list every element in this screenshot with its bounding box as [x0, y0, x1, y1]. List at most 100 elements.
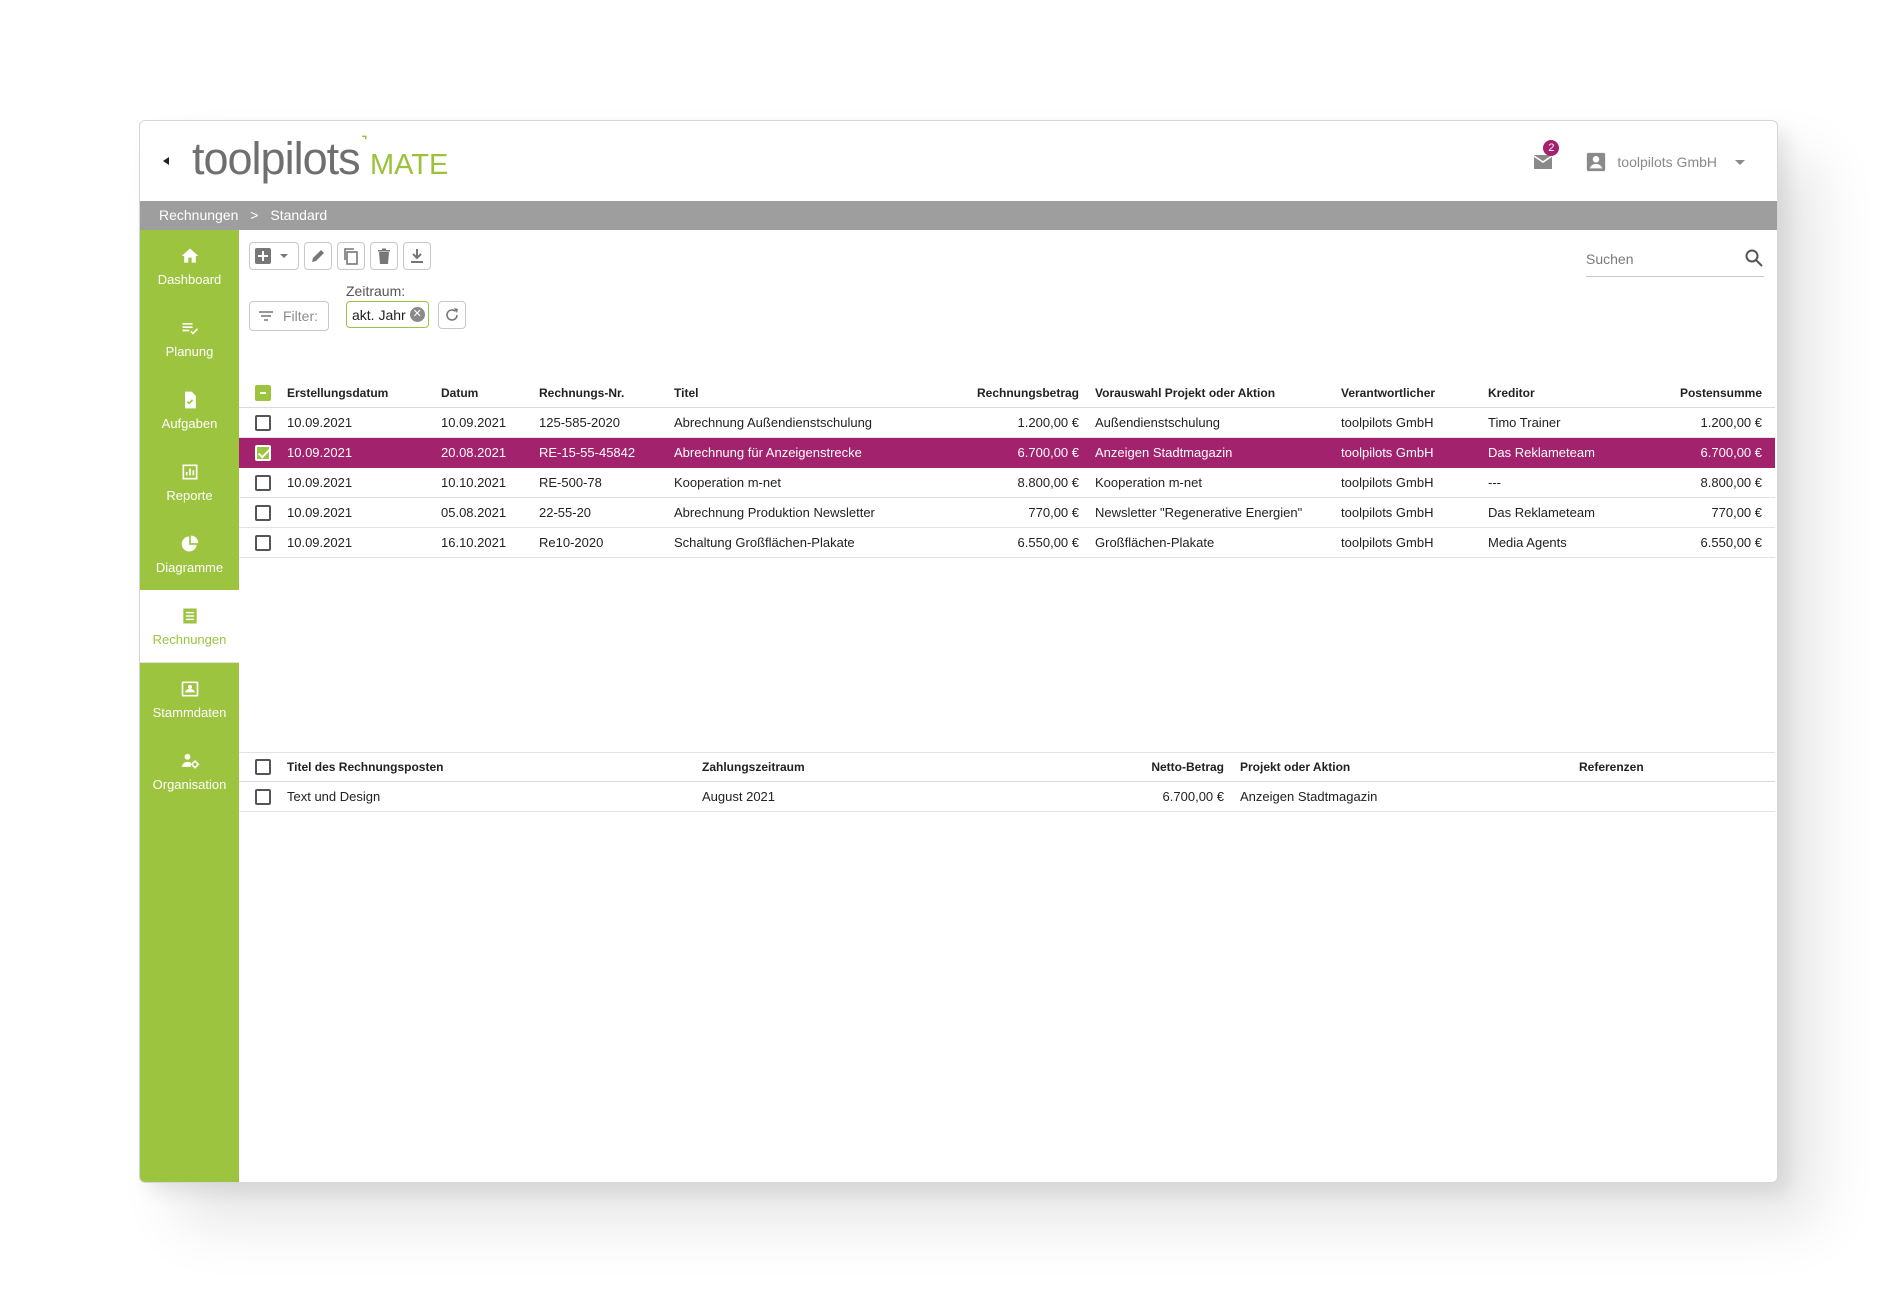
copy-button[interactable] [337, 242, 365, 270]
select-all-checkbox-cell[interactable] [239, 379, 287, 408]
sidebar-item-aufgaben[interactable]: Aufgaben [140, 374, 239, 446]
row-checkbox-cell[interactable] [239, 437, 287, 468]
report-chart-icon [182, 464, 197, 479]
column-header[interactable]: Netto-Betrag [1002, 752, 1224, 782]
delete-button[interactable] [370, 242, 398, 270]
table-cell: toolpilots GmbH [1341, 497, 1488, 528]
row-checkbox[interactable] [255, 474, 271, 491]
organisation-icon [181, 753, 199, 768]
filter-button[interactable]: Filter: [249, 301, 329, 331]
messages-button[interactable]: 2 [1531, 140, 1560, 174]
column-header[interactable]: Kreditor [1488, 379, 1633, 408]
sidebar-item-reporte[interactable]: Reporte [140, 446, 239, 518]
table-cell: 6.550,00 € [1633, 527, 1775, 558]
table-row[interactable]: 10.09.2021 05.08.2021 22-55-20 Abrechnun… [239, 497, 1775, 528]
table-row[interactable]: Text und Design August 2021 6.700,00 € A… [239, 781, 1775, 812]
breadcrumb-separator: > [250, 207, 259, 223]
sidebar-item-organisation[interactable]: Organisation [140, 735, 239, 807]
sidebar-item-label: Organisation [152, 776, 227, 792]
column-header[interactable]: Postensumme [1633, 379, 1775, 408]
export-button[interactable] [403, 242, 431, 270]
row-checkbox[interactable] [255, 788, 271, 805]
row-checkbox-cell[interactable] [239, 527, 287, 558]
table-row[interactable]: 10.09.2021 16.10.2021 Re10-2020 Schaltun… [239, 527, 1775, 558]
table-cell: 05.08.2021 [441, 497, 539, 528]
table-cell: 22-55-20 [539, 497, 674, 528]
copy-icon [344, 248, 358, 265]
row-checkbox[interactable] [255, 504, 271, 521]
table-cell: 10.09.2021 [441, 407, 539, 438]
table-row[interactable]: 10.09.2021 10.09.2021 125-585-2020 Abrec… [239, 407, 1775, 438]
clear-icon[interactable]: ✕ [409, 307, 425, 322]
column-header[interactable]: Rechnungs-Nr. [539, 379, 674, 408]
breadcrumb-item-rechnungen[interactable]: Rechnungen [159, 207, 238, 223]
chevron-down-icon[interactable] [278, 250, 290, 262]
logo-secondary-text: MATE [369, 149, 449, 181]
add-button[interactable] [249, 242, 299, 270]
breadcrumb-item-standard[interactable]: Standard [270, 207, 327, 223]
sidebar-item-diagramme[interactable]: Diagramme [140, 518, 239, 590]
refresh-icon [446, 308, 458, 321]
column-header[interactable]: Verantwortlicher [1341, 379, 1488, 408]
sidebar-item-planung[interactable]: Planung [140, 302, 239, 374]
sidebar-item-dashboard[interactable]: Dashboard [140, 230, 239, 302]
row-checkbox-cell[interactable] [239, 781, 287, 812]
edit-button[interactable] [304, 242, 332, 270]
select-all-checkbox[interactable] [255, 759, 271, 775]
row-checkbox-cell[interactable] [239, 497, 287, 528]
table-cell: 6.700,00 € [1633, 437, 1775, 468]
search-input[interactable] [1586, 240, 1726, 274]
table-cell: Abrechnung Außendienstschulung [674, 407, 974, 438]
master-data-icon [181, 681, 198, 696]
table-cell: Kooperation m-net [1079, 467, 1341, 498]
table-cell [1579, 781, 1775, 812]
table-cell: 10.10.2021 [441, 467, 539, 498]
table-cell: Anzeigen Stadtmagazin [1079, 437, 1341, 468]
row-checkbox[interactable] [255, 534, 271, 551]
app-window: toolpilots ˺ MATE 2 toolpilots GmbH Rech… [139, 120, 1778, 1183]
table-cell: --- [1488, 467, 1633, 498]
row-checkbox[interactable] [255, 444, 271, 461]
column-header[interactable]: Erstellungsdatum [287, 379, 441, 408]
select-all-checkbox-cell[interactable] [239, 752, 287, 782]
account-name[interactable]: toolpilots GmbH [1617, 154, 1717, 170]
row-checkbox-cell[interactable] [239, 467, 287, 498]
back-arrow-icon[interactable] [158, 151, 174, 171]
zeitraum-chip[interactable]: akt. Jahr ✕ [346, 301, 429, 328]
column-header[interactable]: Zahlungszeitraum [702, 752, 1002, 782]
select-all-checkbox[interactable] [255, 385, 271, 401]
search-icon[interactable] [1744, 248, 1764, 268]
refresh-button[interactable] [438, 301, 466, 329]
sidebar-item-stammdaten[interactable]: Stammdaten [140, 663, 239, 735]
chevron-down-icon[interactable] [1733, 155, 1747, 169]
column-header[interactable]: Titel des Rechnungsposten [287, 752, 702, 782]
column-header[interactable]: Referenzen [1579, 752, 1775, 782]
table-cell: Das Reklameteam [1488, 437, 1633, 468]
column-header[interactable]: Vorauswahl Projekt oder Aktion [1079, 379, 1341, 408]
sidebar-item-label: Dashboard [157, 271, 222, 287]
trash-icon [378, 248, 390, 264]
row-checkbox-cell[interactable] [239, 407, 287, 438]
table-cell: Text und Design [287, 781, 702, 812]
table-cell: 10.09.2021 [287, 467, 441, 498]
home-icon [181, 248, 198, 263]
column-header[interactable]: Projekt oder Aktion [1224, 752, 1579, 782]
table-row[interactable]: 10.09.2021 10.10.2021 RE-500-78 Kooperat… [239, 467, 1775, 498]
column-header[interactable]: Datum [441, 379, 539, 408]
app-header: toolpilots ˺ MATE 2 toolpilots GmbH [140, 121, 1777, 201]
table-cell: 8.800,00 € [1633, 467, 1775, 498]
sidebar: Dashboard Planung Aufgaben Reporte Diagr… [140, 230, 239, 1182]
table-cell: 8.800,00 € [974, 467, 1079, 498]
table-cell: Timo Trainer [1488, 407, 1633, 438]
sidebar-item-rechnungen[interactable]: Rechnungen [140, 590, 239, 663]
row-checkbox[interactable] [255, 414, 271, 431]
table-row-selected[interactable]: 10.09.2021 20.08.2021 RE-15-55-45842 Abr… [239, 437, 1775, 468]
table-cell: RE-500-78 [539, 467, 674, 498]
search-box [1586, 240, 1764, 277]
mail-count-badge: 2 [1543, 140, 1560, 156]
toolbar [249, 242, 431, 270]
column-header[interactable]: Titel [674, 379, 974, 408]
table-header-row: Erstellungsdatum Datum Rechnungs-Nr. Tit… [239, 379, 1775, 408]
column-header[interactable]: Rechnungsbetrag [974, 379, 1079, 408]
table-cell: Abrechnung Produktion Newsletter [674, 497, 974, 528]
